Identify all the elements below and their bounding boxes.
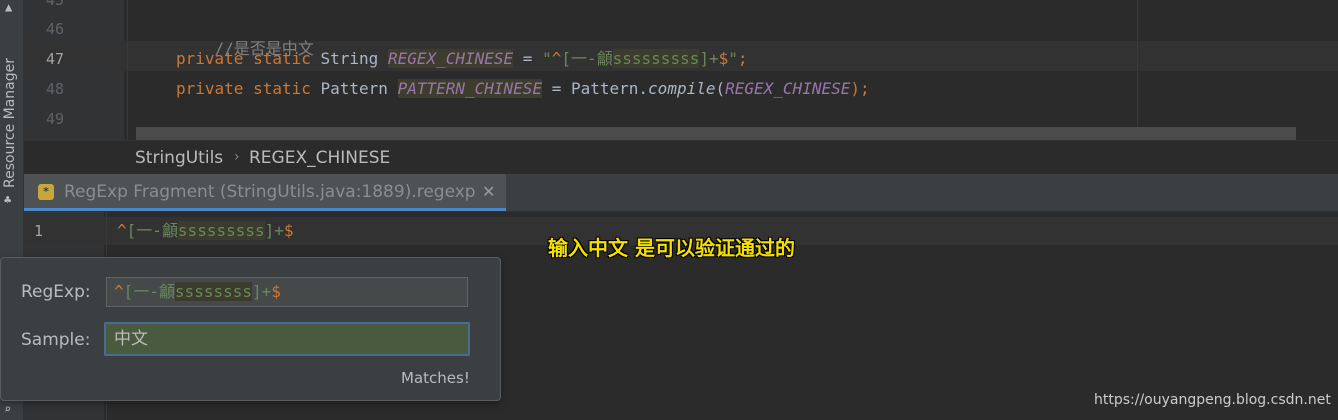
code-line[interactable]: private static String REGEX_CHINESE = "^… <box>176 49 748 69</box>
watermark: https://ouyangpeng.blog.csdn.net <box>1094 392 1331 408</box>
line-number: 45 <box>45 0 64 9</box>
regex-class-chars: sssssssss <box>612 49 700 68</box>
editor-tab-bar: * RegExp Fragment (StringUtils.java:1889… <box>24 174 1338 212</box>
line-number: 49 <box>45 110 64 128</box>
regexp-fragment-icon: * <box>38 184 54 200</box>
code-editor[interactable]: 45 46 47 48 49 //是否是中文 private static St… <box>24 0 1338 140</box>
breadcrumb-field[interactable]: REGEX_CHINESE <box>249 148 390 168</box>
regex-dollar: $ <box>283 221 294 240</box>
line-number: 48 <box>45 80 64 98</box>
line-number: 1 <box>34 222 44 240</box>
line-number: 46 <box>45 20 64 38</box>
regex-quantifier: + <box>261 282 272 301</box>
type-name: Pattern <box>320 79 388 98</box>
gutter-separator <box>127 0 128 140</box>
tab-regexp-fragment[interactable]: * RegExp Fragment (StringUtils.java:1889… <box>24 174 506 211</box>
tab-label: RegExp Fragment (StringUtils.java:1889).… <box>64 182 476 202</box>
regex-bracket: [ <box>126 221 137 240</box>
semicolon: ; <box>737 49 748 68</box>
right-margin-guide <box>1137 0 1138 140</box>
sample-input[interactable]: 中文 <box>104 322 470 356</box>
constant-name: REGEX_CHINESE <box>387 49 514 68</box>
code-line[interactable]: private static Pattern PATTERN_CHINESE =… <box>176 79 870 99</box>
resource-manager-tab[interactable]: Resource Manager <box>2 48 22 188</box>
folded-region[interactable] <box>136 127 1296 140</box>
regex-bracket: ] <box>264 221 275 240</box>
check-regexp-popup: RegExp: ^[一-龥ssssssss]+$ Sample: 中文 Matc… <box>0 257 501 401</box>
regex-range: 一-龥 <box>136 221 178 240</box>
regex-bracket: [ <box>561 49 571 68</box>
line-number: 47 <box>45 50 64 68</box>
regex-range: 一-龥 <box>133 282 175 301</box>
breadcrumb: StringUtils › REGEX_CHINESE <box>24 140 1338 174</box>
regex-class-chars: ssssssss <box>174 282 252 301</box>
string-quote: " <box>728 49 738 68</box>
breadcrumb-separator: › <box>234 149 240 165</box>
operator: = Pattern. <box>542 79 649 98</box>
regex-bracket: ] <box>699 49 709 68</box>
regex-quantifier: + <box>274 221 284 240</box>
match-status: Matches! <box>401 369 470 387</box>
sample-label: Sample: <box>21 330 91 350</box>
chevron-up-icon[interactable]: ▲ <box>5 0 12 14</box>
regex-caret: ^ <box>551 49 562 68</box>
regexp-label: RegExp: <box>21 282 91 302</box>
paren-semicolon: ); <box>850 79 870 98</box>
operator: = <box>513 49 543 68</box>
regex-class-chars: sssssssss <box>177 221 265 240</box>
argument: REGEX_CHINESE <box>725 79 851 98</box>
regex-dollar: $ <box>718 49 729 68</box>
regex-caret: ^ <box>114 282 124 301</box>
breadcrumb-class[interactable]: StringUtils <box>135 148 223 168</box>
string-quote: " <box>542 49 552 68</box>
regex-quantifier: + <box>708 49 719 68</box>
paren: ( <box>715 79 726 98</box>
regex-bracket: [ <box>123 282 134 301</box>
keyword: private static <box>176 79 311 98</box>
regex-bracket: ] <box>251 282 262 301</box>
search-icon[interactable]: ⌕ <box>4 402 11 416</box>
regex-range: 一-龥 <box>571 49 613 68</box>
resource-manager-icon[interactable]: ♣ <box>4 193 11 207</box>
regexp-field[interactable]: ^[一-龥ssssssss]+$ <box>106 277 468 307</box>
type-name: String <box>320 49 379 68</box>
regex-code-line[interactable]: ^[一-龥sssssssss]+$ <box>117 221 294 241</box>
constant-name: PATTERN_CHINESE <box>397 79 543 98</box>
close-icon[interactable]: ✕ <box>482 182 495 201</box>
regex-caret: ^ <box>117 221 127 240</box>
method-name: compile <box>648 79 716 98</box>
keyword: private static <box>176 49 311 68</box>
annotation-text: 输入中文 是可以验证通过的 <box>548 236 795 260</box>
regex-dollar: $ <box>271 282 281 301</box>
